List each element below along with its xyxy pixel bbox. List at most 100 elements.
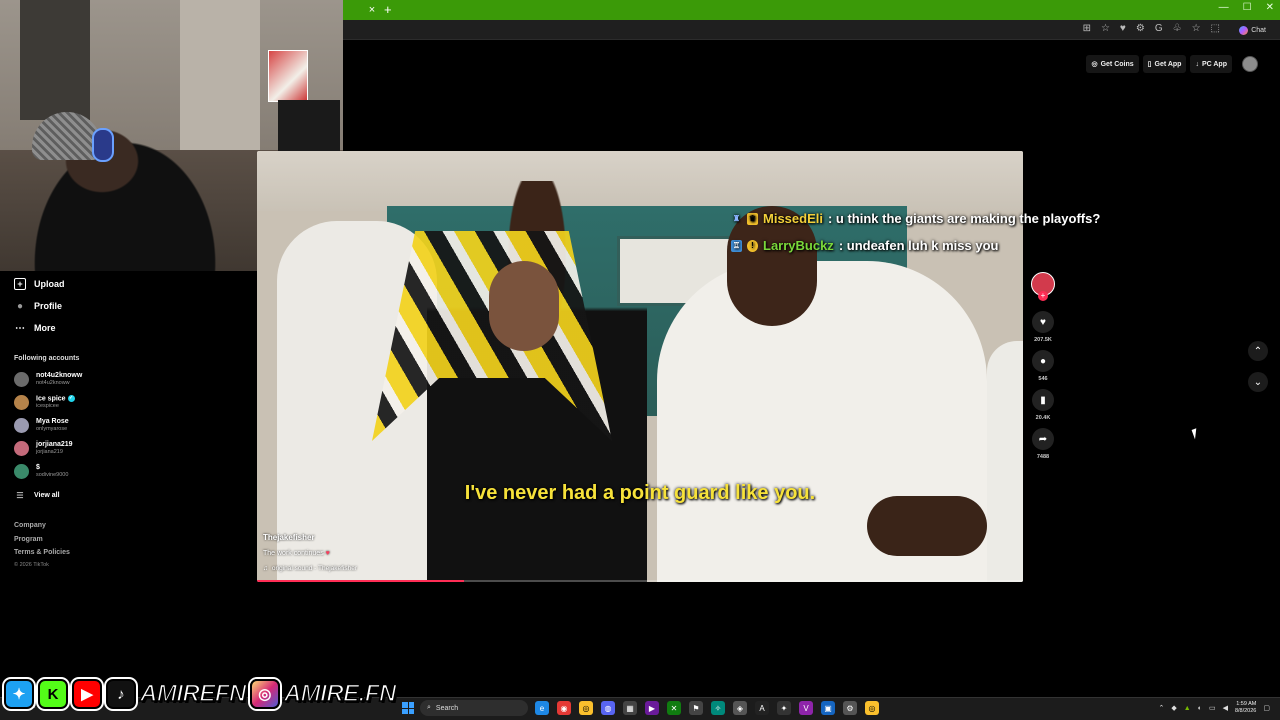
profile-avatar[interactable] xyxy=(1242,56,1258,72)
streamer-social-banner: ✦ K ▶ ♪ AMIREFN ◎ AMIRE.FN xyxy=(0,676,397,712)
network-icon[interactable]: ▭ xyxy=(1209,704,1216,712)
media-icon[interactable]: ▶ xyxy=(645,701,659,715)
app-icon[interactable]: ◈ xyxy=(733,701,747,715)
minimize-icon[interactable]: — xyxy=(1219,2,1229,18)
avatar xyxy=(14,441,29,456)
video-sound[interactable]: ♫ original sound - Thejakefisher xyxy=(263,565,357,572)
tray-expand-icon[interactable]: ⌃ xyxy=(1159,704,1165,712)
windows-logo-icon xyxy=(408,708,414,714)
tray-app-icon[interactable]: ◐ xyxy=(1198,705,1202,712)
tiktok-icon: ♪ xyxy=(106,679,136,709)
video-progress-bar[interactable] xyxy=(257,580,1023,582)
footer-link-terms[interactable]: Terms & Policies xyxy=(14,549,70,556)
edge-icon[interactable]: e xyxy=(535,701,549,715)
sound-title: original sound - Thejakefisher xyxy=(271,565,358,572)
windows-logo-icon xyxy=(402,708,408,714)
video-scene-player-face xyxy=(489,261,559,351)
like-count: 207.5K xyxy=(1034,337,1052,343)
sidebar-item-label: Upload xyxy=(34,279,65,289)
video-author[interactable]: Thejakefisher xyxy=(263,533,315,542)
extension-heart-icon[interactable]: ♥ xyxy=(1120,23,1126,34)
webcam-doorway xyxy=(20,0,90,120)
previous-video-button[interactable]: ⌃ xyxy=(1248,341,1268,361)
video-description: The work continues ♥ xyxy=(263,550,330,557)
share-button[interactable]: ➦ xyxy=(1032,428,1054,450)
save-button[interactable]: ▮ xyxy=(1032,389,1054,411)
extensions-icon[interactable]: ⊞ xyxy=(1083,23,1091,34)
favorites-icon[interactable]: ☆ xyxy=(1192,23,1201,34)
browser-tab-bar xyxy=(343,0,1280,20)
maximize-icon[interactable]: ☐ xyxy=(1243,2,1252,18)
following-account[interactable]: Ice spice ✓ icespicee xyxy=(14,395,75,411)
get-coins-button[interactable]: ◎ Get Coins xyxy=(1086,55,1139,73)
chrome-icon[interactable]: ◎ xyxy=(865,701,879,715)
footer-link-program[interactable]: Program xyxy=(14,536,43,543)
calculator-icon[interactable]: ▦ xyxy=(623,701,637,715)
notifications-icon[interactable]: ▢ xyxy=(1263,704,1270,712)
list-icon: ☰ xyxy=(16,490,24,500)
vtuber-icon[interactable]: V xyxy=(799,701,813,715)
get-app-button[interactable]: ▯ Get App xyxy=(1142,55,1187,73)
like-button[interactable]: ♥ xyxy=(1032,311,1054,333)
following-account[interactable]: Mya Rose onlymyarose xyxy=(14,418,69,433)
video-scene-person-right xyxy=(987,341,1023,582)
windows-logo-icon xyxy=(408,702,414,708)
following-account[interactable]: jorjiana219 jorjiana219 xyxy=(14,441,73,456)
avatar xyxy=(14,464,29,479)
settings-icon[interactable]: ⚙ xyxy=(1136,23,1145,34)
photos-icon[interactable]: ▣ xyxy=(821,701,835,715)
app-icon[interactable]: ◉ xyxy=(557,701,571,715)
bookmark-icon[interactable]: ☆ xyxy=(1101,23,1110,34)
app-icon[interactable]: ✦ xyxy=(777,701,791,715)
discord-icon[interactable]: ◍ xyxy=(601,701,615,715)
start-button[interactable] xyxy=(402,702,414,714)
volume-icon[interactable]: ◀ xyxy=(1223,704,1228,712)
sidebar-item-more[interactable]: ⋯ More xyxy=(14,322,56,334)
following-account[interactable]: $ sodivine9000 xyxy=(14,464,68,479)
comment-count: 546 xyxy=(1038,376,1048,382)
terminal-icon[interactable]: A xyxy=(755,701,769,715)
sidebar: + Upload ● Profile ⋯ More Following acco… xyxy=(0,271,257,681)
tab-close-icon[interactable]: × xyxy=(366,3,378,17)
follow-plus-icon[interactable]: + xyxy=(1038,291,1048,301)
xbox-icon[interactable]: ✕ xyxy=(667,701,681,715)
gift-badge-icon: ! xyxy=(747,239,758,252)
taskbar-search[interactable]: ⌕ Search xyxy=(420,700,528,716)
account-name: $ xyxy=(36,464,40,471)
chevron-up-icon: ⌃ xyxy=(1253,345,1263,357)
sidebar-item-label: Profile xyxy=(34,301,63,311)
avatar xyxy=(14,395,29,411)
chrome-icon[interactable]: ◎ xyxy=(579,701,593,715)
music-note-icon: ♫ xyxy=(263,565,268,572)
sidebar-item-profile[interactable]: ● Profile xyxy=(14,300,62,312)
following-account[interactable]: not4u2knoww not4u2knoww xyxy=(14,372,82,387)
pc-app-button[interactable]: ↓ PC App xyxy=(1190,55,1232,73)
taskbar-clock[interactable]: 1:59 AM 8/8/2026 xyxy=(1235,701,1256,715)
header-actions: ◎ Get Coins ▯ Get App ↓ PC App xyxy=(1086,55,1258,73)
collections-icon[interactable]: ⬚ xyxy=(1211,23,1220,34)
chat-label: Chat xyxy=(1251,26,1266,34)
nvidia-icon[interactable]: ▲ xyxy=(1184,705,1191,712)
tray-app-icon[interactable]: ◆ xyxy=(1171,704,1176,712)
new-tab-icon[interactable]: + xyxy=(384,2,396,18)
footer-link-company[interactable]: Company xyxy=(14,522,46,529)
close-window-icon[interactable]: ✕ xyxy=(1266,2,1274,18)
next-video-button[interactable]: ⌄ xyxy=(1248,372,1268,392)
coin-icon: ◎ xyxy=(1091,61,1098,68)
settings-icon[interactable]: ⚙ xyxy=(843,701,857,715)
kick-icon: K xyxy=(38,679,68,709)
webcam-headset xyxy=(92,128,114,162)
sidebar-item-upload[interactable]: + Upload xyxy=(14,278,65,290)
clock-time: 1:59 AM xyxy=(1236,701,1257,707)
video-subtitle: I've never had a point guard like you. xyxy=(464,482,816,504)
app-icon[interactable]: ⚑ xyxy=(689,701,703,715)
comment-button[interactable]: ● xyxy=(1032,350,1054,372)
google-icon[interactable]: G xyxy=(1155,23,1163,34)
copilot-chat-button[interactable]: Chat xyxy=(1239,22,1266,38)
app-icon[interactable]: ✧ xyxy=(711,701,725,715)
view-all-link[interactable]: ☰ View all xyxy=(14,489,59,501)
social-handle: AMIRE.FN xyxy=(283,679,397,708)
extension-icon[interactable]: ♧ xyxy=(1173,23,1182,34)
windows-logo-icon xyxy=(402,702,408,708)
instagram-icon: ◎ xyxy=(249,679,280,709)
